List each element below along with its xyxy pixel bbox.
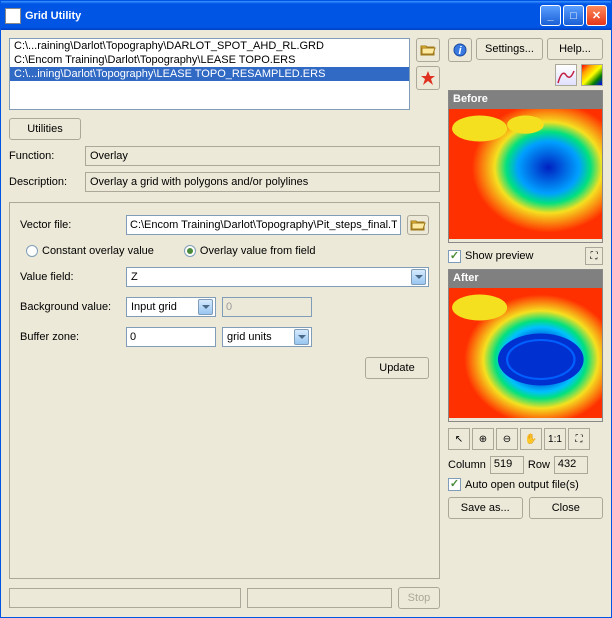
titlebar: Grid Utility _ □ ✕ <box>1 1 611 30</box>
description-label: Description: <box>9 176 79 188</box>
save-as-button[interactable]: Save as... <box>448 497 523 519</box>
file-list-item[interactable]: C:\...ining\Darlot\Topography\LEASE TOPO… <box>10 67 409 81</box>
show-preview-checkbox[interactable]: Show preview <box>448 250 533 263</box>
buffer-zone-label: Buffer zone: <box>20 331 120 343</box>
histogram-icon <box>556 65 576 85</box>
app-icon <box>5 8 21 24</box>
parameters-panel: Vector file: Constant overlay value Over… <box>9 202 440 579</box>
pointer-button[interactable]: ↖ <box>448 428 470 450</box>
close-button[interactable]: Close <box>529 497 604 519</box>
function-value: Overlay <box>85 146 440 166</box>
open-file-button[interactable] <box>416 38 440 62</box>
radio-icon <box>184 245 196 257</box>
browse-vector-button[interactable] <box>407 215 429 235</box>
row-value: 432 <box>554 456 588 474</box>
show-preview-label: Show preview <box>465 250 533 262</box>
after-image <box>449 288 602 418</box>
stop-button: Stop <box>398 587 440 609</box>
zoom-out-button[interactable]: ⊖ <box>496 428 518 450</box>
progress-bar <box>9 588 241 608</box>
column-value: 519 <box>490 456 524 474</box>
burst-icon <box>420 70 436 86</box>
file-list-item[interactable]: C:\...raining\Darlot\Topography\DARLOT_S… <box>10 39 409 53</box>
radio-overlay-from-field[interactable]: Overlay value from field <box>184 245 316 257</box>
zoom-in-button[interactable]: ⊕ <box>472 428 494 450</box>
function-label: Function: <box>9 150 79 162</box>
file-list[interactable]: C:\...raining\Darlot\Topography\DARLOT_S… <box>9 38 410 110</box>
histogram-swatch[interactable] <box>555 64 577 86</box>
file-list-item[interactable]: C:\Encom Training\Darlot\Topography\LEAS… <box>10 53 409 67</box>
remove-file-button[interactable] <box>416 66 440 90</box>
column-label: Column <box>448 459 486 471</box>
expand-preview-button[interactable]: ⛶ <box>585 247 603 265</box>
pan-button[interactable]: ✋ <box>520 428 542 450</box>
background-value-label: Background value: <box>20 301 120 313</box>
zoom-fit-button[interactable]: ⛶ <box>568 428 590 450</box>
update-button[interactable]: Update <box>365 357 429 379</box>
combo-text: Input grid <box>131 301 198 313</box>
chevron-down-icon <box>294 329 309 345</box>
radio-constant-overlay[interactable]: Constant overlay value <box>26 245 154 257</box>
before-preview: Before <box>448 90 603 243</box>
folder-open-icon <box>420 42 436 58</box>
after-preview: After <box>448 269 603 422</box>
minimize-button[interactable]: _ <box>540 5 561 26</box>
chevron-down-icon <box>198 299 213 315</box>
combo-text: Z <box>131 271 411 283</box>
settings-button[interactable]: Settings... <box>476 38 543 60</box>
radio-label: Constant overlay value <box>42 245 154 257</box>
value-field-combo[interactable]: Z <box>126 267 429 287</box>
buffer-units-combo[interactable]: grid units <box>222 327 312 347</box>
vector-file-input[interactable] <box>126 215 401 235</box>
folder-open-icon <box>410 217 426 233</box>
colormap-swatch[interactable] <box>581 64 603 86</box>
combo-text: grid units <box>227 331 294 343</box>
radio-icon <box>26 245 38 257</box>
radio-label: Overlay value from field <box>200 245 316 257</box>
value-field-label: Value field: <box>20 271 120 283</box>
before-header: Before <box>449 91 602 109</box>
row-label: Row <box>528 459 550 471</box>
before-image <box>449 109 602 239</box>
info-icon: i <box>452 42 468 58</box>
info-button[interactable]: i <box>448 38 472 62</box>
after-header: After <box>449 270 602 288</box>
zoom-1to1-button[interactable]: 1:1 <box>544 428 566 450</box>
status-box <box>247 588 392 608</box>
help-button[interactable]: Help... <box>547 38 603 60</box>
auto-open-checkbox[interactable]: Auto open output file(s) <box>448 478 603 491</box>
background-value-combo[interactable]: Input grid <box>126 297 216 317</box>
checkbox-icon <box>448 478 461 491</box>
chevron-down-icon <box>411 269 426 285</box>
description-value: Overlay a grid with polygons and/or poly… <box>85 172 440 192</box>
background-number-input <box>222 297 312 317</box>
checkbox-icon <box>448 250 461 263</box>
buffer-zone-input[interactable] <box>126 327 216 347</box>
maximize-button[interactable]: □ <box>563 5 584 26</box>
utilities-button[interactable]: Utilities <box>9 118 81 140</box>
window-title: Grid Utility <box>25 10 540 22</box>
vector-file-label: Vector file: <box>20 219 120 231</box>
auto-open-label: Auto open output file(s) <box>465 479 579 491</box>
close-window-button[interactable]: ✕ <box>586 5 607 26</box>
